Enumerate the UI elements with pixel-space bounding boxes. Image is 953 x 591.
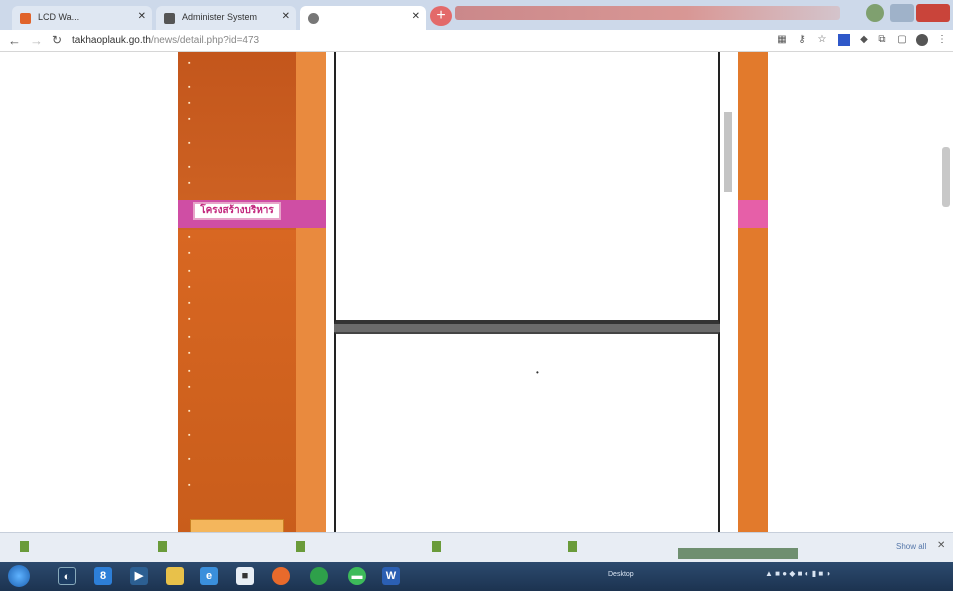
file-icon	[296, 541, 305, 552]
tab-admin[interactable]: Administer System ✕	[156, 6, 296, 30]
show-all-downloads-link[interactable]: Show all	[896, 542, 926, 551]
star-icon[interactable]: ☆	[816, 34, 828, 46]
document-paragraph	[398, 76, 698, 186]
sidebar-active-item[interactable]: โครงสร้างบริหาร	[193, 202, 281, 220]
firefox-icon[interactable]	[272, 567, 290, 585]
tab-favicon-icon	[164, 13, 175, 24]
taskbar-app-icon[interactable]: ■	[236, 567, 254, 585]
file-icon	[158, 541, 167, 552]
sidebar-item[interactable]	[188, 80, 288, 94]
url-host: takhaoplauk.go.th	[72, 35, 151, 46]
chrome-icon[interactable]	[310, 567, 328, 585]
right-accent	[738, 200, 768, 228]
sidebar-item[interactable]	[188, 380, 288, 394]
sidebar-lower	[178, 230, 296, 532]
sidebar-item[interactable]	[188, 296, 288, 310]
internet-explorer-icon[interactable]: e	[200, 567, 218, 585]
sidebar-item[interactable]	[188, 230, 288, 244]
document-page	[334, 52, 720, 324]
sidebar-item[interactable]	[188, 428, 288, 442]
document-page: •	[334, 332, 720, 532]
bullet-mark: •	[536, 368, 539, 377]
windows-start-icon[interactable]	[8, 565, 30, 587]
sidebar-item[interactable]	[188, 246, 288, 260]
right-decoration	[738, 52, 768, 532]
sidebar-item[interactable]	[188, 96, 288, 110]
taskbar-app-icon[interactable]: ◐	[58, 567, 76, 585]
tab-lcd[interactable]: LCD Wa... ✕	[12, 6, 152, 30]
close-window-icon[interactable]	[916, 4, 950, 22]
sidebar-item[interactable]	[188, 160, 288, 174]
taskbar: ◐ 8 ▶ e ■ ▬ W Desktop ▲ ■ ● ◆ ■ ◐ ▮ ■ ◑	[0, 562, 953, 591]
forward-arrow-icon[interactable]: →	[30, 33, 43, 48]
tab-favicon-icon	[20, 13, 31, 24]
title-bar-highlight	[455, 6, 840, 20]
desktop-toolbar-label[interactable]: Desktop	[608, 571, 634, 578]
download-item[interactable]	[432, 541, 447, 552]
screen: LCD Wa... ✕ Administer System ✕ ✕ + ← → …	[0, 0, 953, 591]
browser-tab-strip: LCD Wa... ✕ Administer System ✕ ✕ +	[0, 0, 953, 30]
close-tab-icon[interactable]: ✕	[282, 11, 290, 22]
sidebar-bottom-button[interactable]	[190, 519, 284, 532]
sidebar-item[interactable]	[188, 112, 288, 126]
extensions-puzzle-icon[interactable]: ⧉	[876, 34, 888, 46]
url-field[interactable]: takhaoplauk.go.th/news/detail.php?id=473	[72, 35, 259, 46]
profile-icon[interactable]	[866, 4, 884, 22]
page-viewport: โครงสร้างบริหาร	[0, 52, 953, 532]
extension-icon[interactable]	[838, 34, 850, 46]
sidebar-item[interactable]	[188, 264, 288, 278]
sidebar-item[interactable]	[188, 56, 288, 70]
translate-icon[interactable]: ▦	[776, 34, 788, 46]
line-icon[interactable]: ▬	[348, 567, 366, 585]
extension-icon[interactable]: ◆	[858, 34, 870, 46]
menu-kebab-icon[interactable]: ⋮	[936, 34, 948, 46]
taskbar-app-icon[interactable]: ▶	[130, 567, 148, 585]
address-bar: ← → ↻ takhaoplauk.go.th/news/detail.php?…	[0, 30, 953, 52]
document-paragraph-link[interactable]	[398, 190, 698, 278]
hover-tooltip	[678, 548, 798, 559]
document-scrollbar[interactable]	[724, 112, 732, 192]
sidebar-item[interactable]	[188, 452, 288, 466]
download-item[interactable]	[20, 541, 35, 552]
download-item[interactable]	[158, 541, 173, 552]
taskbar-app-icon[interactable]: 8	[94, 567, 112, 585]
sidebar-item[interactable]	[188, 136, 288, 150]
page-separator	[334, 324, 720, 332]
system-tray: ▲ ■ ● ◆ ■ ◐ ▮ ■ ◑	[765, 569, 831, 578]
new-tab-button[interactable]: +	[430, 6, 452, 26]
sidebar-edge	[296, 230, 326, 532]
close-tab-icon[interactable]: ✕	[412, 11, 420, 22]
minimize-icon[interactable]	[890, 4, 914, 22]
close-tab-icon[interactable]: ✕	[138, 11, 146, 22]
url-path: /news/detail.php?id=473	[150, 35, 260, 46]
close-download-shelf-icon[interactable]: ✕	[937, 540, 945, 551]
back-arrow-icon[interactable]: ←	[8, 33, 21, 48]
file-icon	[20, 541, 29, 552]
sidebar-item[interactable]	[188, 330, 288, 344]
sidebar-item[interactable]	[188, 280, 288, 294]
key-icon[interactable]: ⚷	[796, 34, 808, 46]
file-icon	[568, 541, 577, 552]
tab-active[interactable]: ✕	[300, 6, 426, 30]
page-scrollbar[interactable]	[942, 147, 950, 207]
sidebar-item[interactable]	[188, 364, 288, 378]
tab-title: LCD Wa...	[38, 12, 80, 22]
reload-icon[interactable]: ↻	[52, 33, 62, 47]
download-shelf: Show all ✕	[0, 532, 953, 562]
sidebar-item[interactable]	[188, 312, 288, 326]
file-icon	[432, 541, 441, 552]
document-paragraph	[454, 384, 674, 502]
tab-favicon-icon	[308, 13, 319, 24]
folder-icon[interactable]	[166, 567, 184, 585]
profile-avatar-icon[interactable]	[916, 34, 928, 46]
sidebar-item[interactable]	[188, 478, 288, 492]
download-item[interactable]	[296, 541, 311, 552]
sidebar-item[interactable]	[188, 346, 288, 360]
download-item[interactable]	[568, 541, 583, 552]
word-icon[interactable]: W	[382, 567, 400, 585]
sidebar-item[interactable]	[188, 404, 288, 418]
tab-search-icon[interactable]: ▢	[896, 34, 908, 46]
tab-title: Administer System	[182, 12, 258, 22]
sidebar-item[interactable]	[188, 176, 288, 190]
